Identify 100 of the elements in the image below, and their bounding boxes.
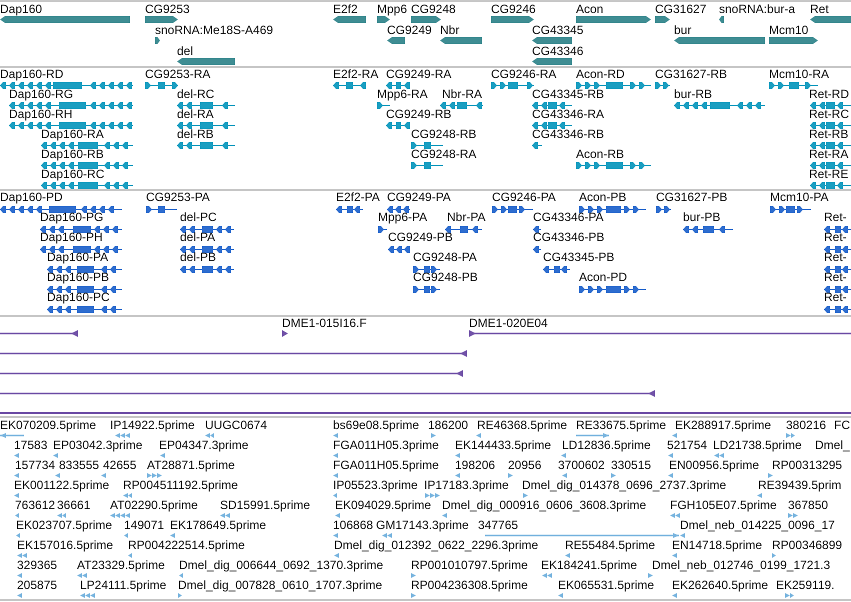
protein-label: CG9249-PA — [387, 191, 451, 204]
est-label: UUGC0674 — [205, 419, 268, 432]
est-label: 198206 — [455, 459, 496, 472]
est-label: 205875 — [17, 579, 58, 592]
protein-label: Dap160-PH — [40, 231, 103, 244]
gene-label: Ret — [810, 3, 829, 16]
gene-label: Acon — [576, 3, 604, 16]
protein-label: CG43346-PB — [533, 231, 604, 244]
protein-label: Ret- — [824, 231, 847, 244]
est-label: EK144433.5prime — [455, 439, 552, 452]
est-label: FGH105E07.5prime — [670, 499, 777, 512]
est-label: 367850 — [788, 499, 828, 512]
protein-label: Dap160-PB — [47, 271, 110, 284]
est-label: 347765 — [478, 519, 518, 532]
transcript-label: Mcm10-RA — [769, 68, 830, 81]
protein-label: CG9246-PA — [492, 191, 556, 204]
est-label: SD15991.5prime — [220, 499, 310, 512]
est-label: Dmel_dig_012392_0622_2296.3prime — [334, 539, 538, 552]
transcript-label: Mpp6-RA — [377, 88, 428, 101]
protein-label: Ret- — [824, 291, 847, 304]
est-label: EK262640.5prime — [672, 579, 768, 592]
transcript-label: CG9248-RA — [411, 148, 476, 161]
transcript-label: CG9248-RB — [411, 128, 476, 141]
gene-label: bur — [674, 24, 692, 37]
est-label: 186200 — [428, 419, 468, 432]
protein-label: Dap160-PC — [47, 291, 110, 304]
gene-label: CG31627 — [655, 3, 706, 16]
est-label: IP17183.3prime — [424, 479, 509, 492]
protein-label: E2f2-PA — [336, 191, 380, 204]
est-label: Dmel_dig_014378_0696_2737.3prime — [522, 479, 726, 492]
est-label: Dmel_ — [815, 439, 850, 452]
transcript-label: Ret-RA — [809, 148, 848, 161]
est-label: EK070209.5prime — [0, 419, 96, 432]
est-label: 17583 — [14, 439, 48, 452]
est-label: RP004236308.5prime — [411, 579, 528, 592]
est-label: Dmel_dig_007828_0610_1707.3prime — [178, 579, 382, 592]
clone-label: DME1-015I16.F — [282, 317, 367, 330]
transcript-label: CG31627-RB — [655, 68, 728, 81]
protein-label: bur-PB — [683, 211, 720, 224]
est-label: Dmel_neb_012746_0199_1721.3 — [652, 559, 830, 572]
est-label: 329365 — [17, 559, 58, 572]
protein-label: CG9248-PA — [413, 251, 477, 264]
protein-label: CG9249-PB — [388, 231, 453, 244]
protein-label: Dap160-PD — [0, 191, 63, 204]
est-label: AT23329.5prime — [77, 559, 165, 572]
gene-label: Nbr — [440, 24, 460, 37]
transcript-label: Ret-RE — [809, 168, 848, 181]
protein-label: Acon-PD — [579, 271, 628, 284]
protein-label: Ret- — [824, 271, 847, 284]
est-label: 330515 — [611, 459, 652, 472]
transcript-label: CG9249-RB — [386, 108, 452, 121]
transcript-label: CG43346-RA — [532, 108, 604, 121]
protein-label: Acon-PB — [579, 191, 626, 204]
transcript-label: CG43345-RB — [532, 88, 604, 101]
est-label: EK001122.5prime — [14, 479, 110, 492]
est-label: EK178649.5prime — [170, 519, 266, 532]
protein-label: Ret- — [824, 251, 847, 264]
transcript-label: Dap160-RA — [41, 128, 104, 141]
est-label: 521754 — [667, 439, 708, 452]
transcript-label: del-RC — [177, 88, 214, 101]
clone-label: DME1-020E04 — [469, 317, 548, 330]
est-label: LD12836.5prime — [562, 439, 651, 452]
gene-label: snoRNA:Me18S-A469 — [155, 24, 274, 37]
est-label: IP14922.5prime — [110, 419, 195, 432]
transcript-label: Acon-RB — [576, 148, 624, 161]
est-label: FGA011H05.5prime — [333, 459, 439, 472]
est-label: EP04347.3prime — [159, 439, 248, 452]
transcript-label: CG9246-RA — [491, 68, 556, 81]
transcript-label: Ret-RD — [809, 88, 850, 101]
est-label: 3700602 — [558, 459, 605, 472]
est-label: 380216 — [786, 419, 826, 432]
est-label: 149071 — [124, 519, 164, 532]
est-label: FGA011H05.3prime — [333, 439, 439, 452]
est-label: EK023707.5prime — [16, 519, 112, 532]
transcript-label: Ret-RC — [809, 108, 850, 121]
est-label: RE55484.5prime — [565, 539, 656, 552]
gene-label: CG43346 — [532, 45, 584, 58]
transcript-label: CG9253-RA — [145, 68, 210, 81]
protein-label: Nbr-PA — [447, 211, 486, 224]
est-label: 36661 — [57, 499, 90, 512]
est-label: Dmel_neb_014225_0096_17 — [680, 519, 835, 532]
gene-label: Dap160 — [0, 3, 42, 16]
protein-label: CG9253-PA — [146, 191, 210, 204]
est-label: RP00346899 — [772, 539, 842, 552]
gene-label: CG43345 — [532, 24, 584, 37]
protein-label: Mpp6-PA — [378, 211, 428, 224]
est-label: Dmel_dig_000916_0606_3608.3prime — [442, 499, 646, 512]
transcript-label: del-RB — [177, 128, 214, 141]
protein-label: CG9248-PB — [413, 271, 478, 284]
est-label: RE33675.5prime — [576, 419, 666, 432]
est-label: EP03042.3prime — [53, 439, 142, 452]
est-label: AT02290.5prime — [110, 499, 198, 512]
est-label: 106868 — [333, 519, 374, 532]
est-label: RP001010797.5prime — [411, 559, 528, 572]
est-label: EK184241.5prime — [541, 559, 638, 572]
protein-label: CG31627-PB — [656, 191, 728, 204]
transcript-label: E2f2-RA — [333, 68, 378, 81]
est-label: RP004222514.5prime — [128, 539, 245, 552]
protein-label: Ret- — [824, 211, 847, 224]
protein-label: Dap160-PG — [40, 211, 104, 224]
